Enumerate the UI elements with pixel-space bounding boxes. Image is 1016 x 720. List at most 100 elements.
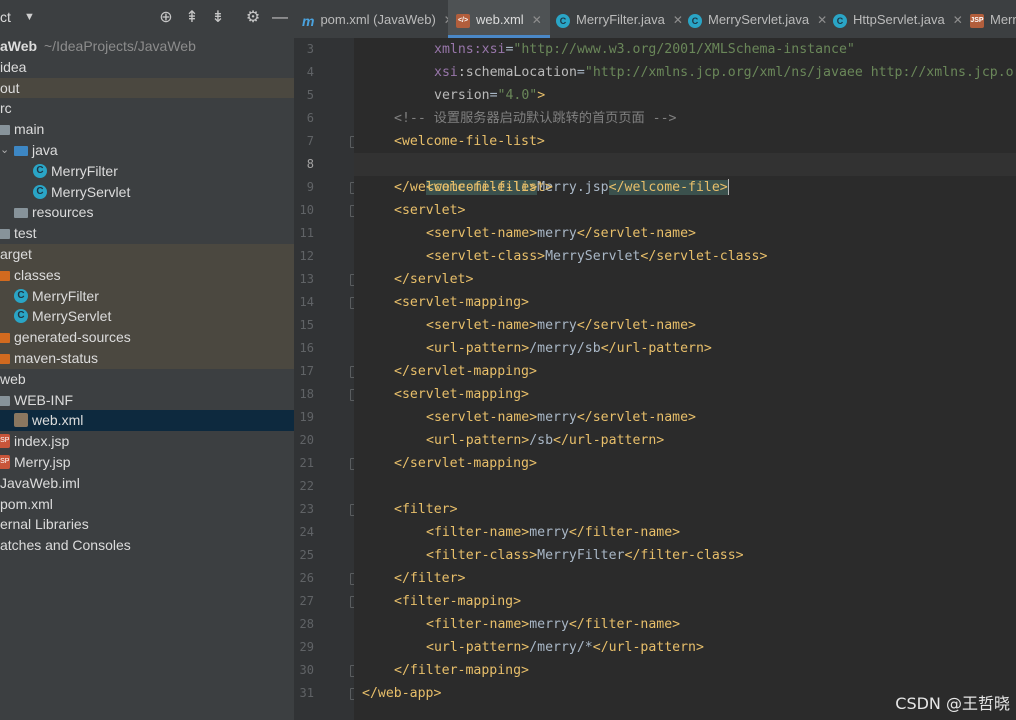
xml-text: merry (529, 525, 569, 540)
code-line-16: <url-pattern>/merry/sb</url-pattern> (426, 337, 712, 360)
line-number: 18 (299, 387, 314, 401)
xml-tag: </servlet-name> (576, 318, 696, 333)
code-line-17: </servlet-mapping> (394, 364, 537, 379)
project-panel-header: ct ▼ ⊕ ⇞ ⇟ ⚙ — (0, 0, 294, 36)
code-line-15: <servlet-name>merry</servlet-name> (426, 314, 696, 337)
expand-all-icon[interactable]: ⇞ (182, 8, 202, 28)
code-line-23: <filter> (394, 502, 458, 517)
tab-merry-jsp[interactable]: JSP Merr (970, 0, 1016, 38)
line-number-gutter: 3 4 5 6 7 8 9 10 11 12 13 14 15 16 17 18… (294, 38, 361, 720)
line-number: 19 (299, 410, 314, 424)
collapse-all-icon[interactable]: ⇟ (208, 8, 228, 28)
tree-item-label: java (32, 141, 58, 158)
code-line-31: </web-app> (362, 686, 442, 701)
tree-item-test[interactable]: test (0, 223, 294, 244)
gear-icon[interactable]: ⚙ (243, 8, 263, 28)
line-number: 22 (299, 479, 314, 493)
tree-item-root[interactable]: aWeb ~/IdeaProjects/JavaWeb (0, 36, 294, 57)
tree-item-maven-status[interactable]: maven-status (0, 347, 294, 369)
tree-item-web-inf[interactable]: WEB-INF (0, 390, 294, 411)
line-number: 6 (306, 111, 314, 125)
tree-item-external-libraries[interactable]: ernal Libraries (0, 514, 294, 535)
xml-tag: </filter-class> (624, 548, 744, 563)
tab-httpservlet-java[interactable]: C HttpServlet.java ✕ (833, 0, 963, 38)
code-line-26: </filter> (394, 571, 466, 586)
tree-item-iml[interactable]: JavaWeb.iml (0, 473, 294, 494)
xml-attribute: :schemaLocation (457, 65, 577, 80)
xml-text: merry (537, 410, 577, 425)
xml-text: /merry/sb (529, 341, 601, 356)
line-number: 28 (299, 617, 314, 631)
tree-item-label: Merry.jsp (14, 453, 71, 470)
xml-text: /merry/* (529, 640, 593, 655)
tree-item-label: WEB-INF (14, 391, 74, 408)
tree-item-web-xml[interactable]: web.xml (0, 410, 294, 432)
code-line-7: <welcome-file-list> (394, 134, 545, 149)
locate-file-icon[interactable]: ⊕ (156, 8, 176, 28)
xml-tag: <servlet-name> (426, 226, 538, 241)
tab-pom-xml[interactable]: mpom.xml (JavaWeb)✕ (302, 0, 454, 38)
project-path: ~/IdeaProjects/JavaWeb (44, 38, 196, 54)
code-line-21: </servlet-mapping> (394, 456, 537, 471)
tree-item-main[interactable]: main (0, 119, 294, 140)
close-icon[interactable]: ✕ (532, 13, 542, 27)
line-number: 31 (299, 686, 314, 700)
tree-item-src[interactable]: rc (0, 98, 294, 119)
jsp-icon: JSP (970, 13, 984, 28)
line-number: 11 (299, 226, 314, 240)
project-tree: aWeb ~/IdeaProjects/JavaWeb idea out rc m… (0, 36, 294, 556)
line-number: 7 (306, 134, 314, 148)
java-class-icon: C (556, 13, 570, 28)
tree-item-merryfilter[interactable]: C MerryFilter (0, 161, 294, 182)
tree-item-out[interactable]: out (0, 77, 294, 99)
tree-item-idea[interactable]: idea (0, 57, 294, 78)
xml-tag: <url-pattern> (426, 341, 530, 356)
chevron-down-icon[interactable]: ▼ (24, 11, 35, 23)
close-icon[interactable]: ✕ (953, 13, 963, 27)
xml-tag: </welcome-file> (608, 180, 728, 195)
code-line-11: <servlet-name>merry</servlet-name> (426, 222, 696, 245)
tab-merryfilter-java[interactable]: C MerryFilter.java ✕ (556, 0, 683, 38)
tab-web-xml[interactable]: </> web.xml ✕ (448, 0, 550, 38)
hide-panel-icon[interactable]: — (270, 8, 290, 28)
tree-item-merryservlet-class[interactable]: C MerryServlet (0, 306, 294, 328)
xml-tag: <servlet-name> (426, 318, 538, 333)
line-number: 29 (299, 640, 314, 654)
tree-item-merry-jsp[interactable]: JSP Merry.jsp (0, 452, 294, 473)
xml-value: "http://www.w3.org/2001/XMLSchema-instan… (513, 42, 855, 57)
tree-item-pom[interactable]: pom.xml (0, 494, 294, 515)
tree-item-label: maven-status (14, 349, 99, 366)
tree-item-label: rc (0, 100, 12, 117)
xml-tag: <servlet-name> (426, 410, 538, 425)
xml-tag: <servlet-class> (426, 249, 546, 264)
code-line-10: <servlet> (394, 203, 466, 218)
tab-merryservlet-java[interactable]: C MerryServlet.java ✕ (688, 0, 827, 38)
code-editor[interactable]: xmlns:xsi="http://www.w3.org/2001/XMLSch… (354, 38, 1016, 720)
tree-item-java[interactable]: ⌄ java (0, 140, 294, 161)
code-line-27: <filter-mapping> (394, 594, 522, 609)
compiled-class-icon: C (14, 288, 28, 303)
close-icon[interactable]: ✕ (817, 13, 827, 27)
tree-item-merryfilter-class[interactable]: C MerryFilter (0, 285, 294, 307)
chevron-down-icon[interactable]: ⌄ (0, 140, 9, 161)
line-number: 26 (299, 571, 314, 585)
xml-tag: <filter-name> (426, 525, 530, 540)
tree-item-merryservlet[interactable]: C MerryServlet (0, 182, 294, 203)
tree-item-resources[interactable]: resources (0, 202, 294, 223)
xml-text: MerryFilter (537, 548, 625, 563)
xml-text: merry (537, 226, 577, 241)
tree-item-label: MerryServlet (32, 308, 112, 325)
code-line-19: <servlet-name>merry</servlet-name> (426, 406, 696, 429)
line-number: 17 (299, 364, 314, 378)
xml-tag: </url-pattern> (592, 640, 704, 655)
tree-item-scratches[interactable]: atches and Consoles (0, 535, 294, 556)
tree-item-classes[interactable]: classes (0, 264, 294, 286)
jsp-file-icon: JSP (0, 434, 10, 449)
excluded-folder-icon (0, 353, 10, 364)
tree-item-index-jsp[interactable]: JSP index.jsp (0, 431, 294, 452)
tree-item-web[interactable]: web (0, 369, 294, 390)
close-icon[interactable]: ✕ (673, 13, 683, 27)
tree-item-target[interactable]: arget (0, 243, 294, 265)
tree-item-generated-sources[interactable]: generated-sources (0, 327, 294, 348)
tree-item-label: index.jsp (14, 433, 70, 450)
